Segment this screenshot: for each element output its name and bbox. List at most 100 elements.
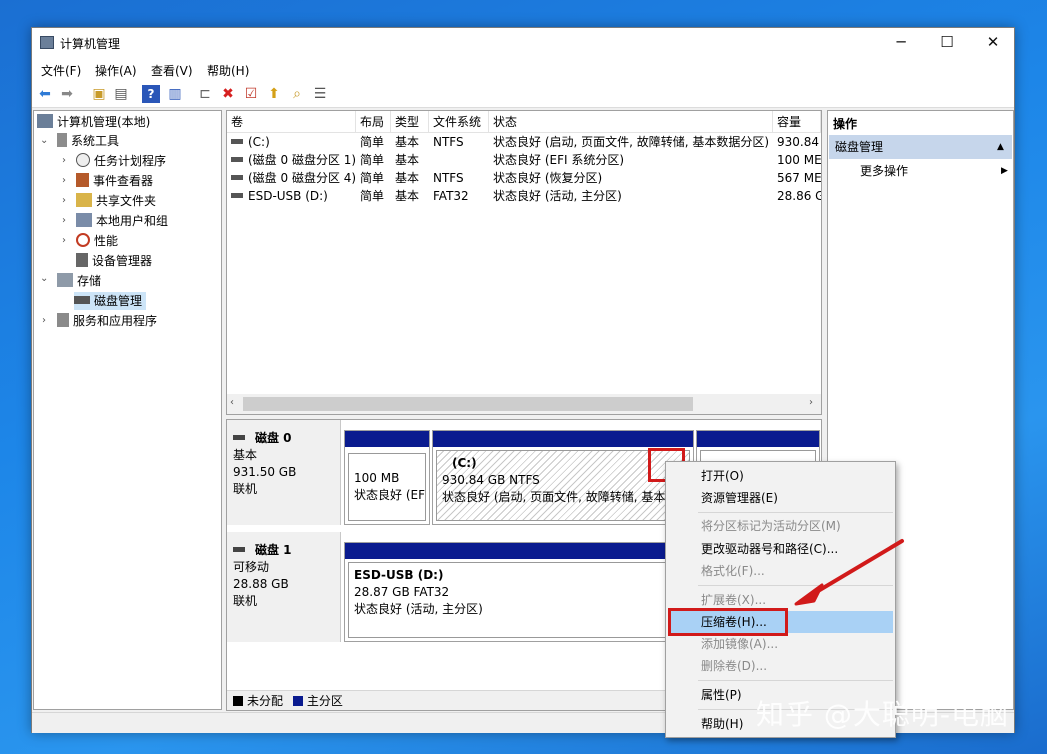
- partition-bar: [345, 431, 429, 447]
- table-row[interactable]: (C:) 简单 基本 NTFS 状态良好 (启动, 页面文件, 故障转储, 基本…: [227, 133, 821, 151]
- legend-primary-swatch: [292, 696, 303, 706]
- collapse-icon[interactable]: ▲: [997, 135, 1004, 159]
- tree-item-device-manager[interactable]: 设备管理器: [76, 252, 152, 270]
- tree-item-services[interactable]: 服务和应用程序: [57, 312, 157, 330]
- menu-item-mark-active[interactable]: 将分区标记为活动分区(M): [668, 515, 893, 537]
- volume-icon: [231, 175, 243, 180]
- menu-separator: [698, 680, 893, 681]
- chevron-right-icon[interactable]: ›: [62, 155, 66, 166]
- type-cell: 基本: [395, 153, 420, 167]
- column-header-layout[interactable]: 布局: [356, 111, 391, 133]
- chevron-down-icon[interactable]: ⌄: [40, 135, 48, 146]
- connect-drive-icon[interactable]: ⊏: [196, 85, 214, 103]
- disk-status: 联机: [233, 482, 258, 496]
- scroll-left-icon[interactable]: ‹: [230, 397, 234, 408]
- actions-section[interactable]: 磁盘管理 ▲: [829, 135, 1012, 159]
- partition-body: 100 MB 状态良好 (EFI: [348, 453, 426, 521]
- more-actions[interactable]: 更多操作 ▶: [829, 161, 1012, 181]
- tree-item-storage[interactable]: 存储: [57, 272, 101, 290]
- tree-item-shared-folders[interactable]: 共享文件夹: [76, 192, 156, 210]
- disk-type: 基本: [233, 448, 258, 462]
- chevron-down-icon[interactable]: ⌄: [40, 273, 48, 284]
- disk-icon: [233, 547, 245, 552]
- navigation-tree: 计算机管理(本地) ⌄ 系统工具 › 任务计划程序 › 事件查看器 › 共享文件…: [33, 110, 222, 710]
- up-folder-icon[interactable]: ▣: [90, 85, 108, 103]
- disk-1-label[interactable]: 磁盘 1 可移动 28.88 GB 联机: [227, 532, 341, 642]
- tree-item-task-scheduler[interactable]: 任务计划程序: [76, 152, 166, 170]
- help-icon[interactable]: ?: [142, 85, 160, 103]
- delete-icon[interactable]: ✖: [219, 85, 237, 103]
- services-icon: [57, 313, 69, 327]
- capacity-cell: 100 ME: [777, 153, 821, 167]
- more-actions-label: 更多操作: [860, 164, 909, 178]
- import-icon[interactable]: ⬆: [265, 85, 283, 103]
- annotation-box-shrink: [668, 608, 788, 636]
- table-row[interactable]: ESD-USB (D:) 简单 基本 FAT32 状态良好 (活动, 主分区) …: [227, 187, 821, 205]
- legend-primary-label: 主分区: [306, 694, 343, 708]
- properties-icon[interactable]: ☰: [311, 85, 329, 103]
- volume-icon: [231, 139, 243, 144]
- menu-item-delete-volume[interactable]: 删除卷(D)...: [668, 655, 893, 677]
- volume-icon: [231, 157, 243, 162]
- chevron-right-icon[interactable]: ›: [62, 235, 66, 246]
- disk-name: 磁盘 0: [255, 431, 292, 445]
- forward-icon[interactable]: ➡: [58, 85, 76, 103]
- minimize-button[interactable]: ─: [878, 28, 924, 58]
- tree-item-disk-management[interactable]: 磁盘管理: [74, 292, 147, 310]
- menu-view[interactable]: 查看(V): [151, 62, 193, 79]
- column-header-volume[interactable]: 卷: [227, 111, 356, 133]
- maximize-button[interactable]: ☐: [924, 28, 970, 58]
- show-action-pane-icon[interactable]: ▥: [166, 85, 184, 103]
- volume-cell: ESD-USB (D:): [231, 187, 355, 205]
- actions-section-label: 磁盘管理: [835, 140, 884, 154]
- watermark-text: 知乎 @大聪明-电脑: [756, 698, 1010, 731]
- menu-action[interactable]: 操作(A): [95, 62, 137, 79]
- partition-name: (C:): [452, 456, 477, 470]
- status-cell: 状态良好 (EFI 系统分区): [493, 153, 625, 167]
- menu-item-open[interactable]: 打开(O): [668, 465, 893, 487]
- chevron-right-icon[interactable]: ›: [62, 175, 66, 186]
- tree-root[interactable]: 计算机管理(本地): [37, 113, 150, 131]
- column-header-filesystem[interactable]: 文件系统: [429, 111, 489, 133]
- layout-cell: 简单: [360, 171, 385, 185]
- show-hide-tree-icon[interactable]: ▤: [112, 85, 130, 103]
- column-header-status[interactable]: 状态: [489, 111, 773, 133]
- partition-size: 100 MB: [354, 471, 400, 485]
- type-cell: 基本: [395, 171, 420, 185]
- tree-item-performance[interactable]: 性能: [76, 232, 118, 250]
- menu-item-explorer[interactable]: 资源管理器(E): [668, 487, 893, 509]
- tree-item-system-tools[interactable]: 系统工具: [57, 132, 119, 150]
- tree-item-local-users[interactable]: 本地用户和组: [76, 212, 168, 230]
- disk-0-label[interactable]: 磁盘 0 基本 931.50 GB 联机: [227, 420, 341, 525]
- layout-cell: 简单: [360, 189, 385, 203]
- search-icon[interactable]: ⌕: [288, 85, 306, 103]
- volume-cell: (磁盘 0 磁盘分区 1): [231, 151, 355, 169]
- check-icon[interactable]: ☑: [242, 85, 260, 103]
- column-header-type[interactable]: 类型: [391, 111, 429, 133]
- back-icon[interactable]: ⬅: [36, 85, 54, 103]
- filesystem-cell: NTFS: [433, 171, 464, 185]
- partition-efi[interactable]: 100 MB 状态良好 (EFI: [344, 430, 430, 525]
- tools-icon: [57, 133, 67, 147]
- disk-name: 磁盘 1: [255, 543, 292, 557]
- layout-cell: 简单: [360, 135, 385, 149]
- horizontal-scrollbar[interactable]: ‹ ›: [227, 394, 821, 414]
- scroll-right-icon[interactable]: ›: [809, 397, 813, 408]
- type-cell: 基本: [395, 189, 420, 203]
- menu-file[interactable]: 文件(F): [41, 62, 81, 79]
- annotation-arrow-icon: [794, 539, 904, 606]
- status-cell: 状态良好 (活动, 主分区): [493, 189, 622, 203]
- chevron-right-icon[interactable]: ›: [42, 315, 46, 326]
- chevron-right-icon[interactable]: ›: [62, 215, 66, 226]
- close-button[interactable]: ✕: [970, 28, 1016, 58]
- chevron-right-icon[interactable]: ›: [62, 195, 66, 206]
- legend-unallocated-label: 未分配: [247, 694, 284, 708]
- table-row[interactable]: (磁盘 0 磁盘分区 1) 简单 基本 状态良好 (EFI 系统分区) 100 …: [227, 151, 821, 169]
- menu-help[interactable]: 帮助(H): [207, 62, 249, 79]
- menu-item-add-mirror[interactable]: 添加镜像(A)...: [668, 633, 893, 655]
- table-row[interactable]: (磁盘 0 磁盘分区 4) 简单 基本 NTFS 状态良好 (恢复分区) 567…: [227, 169, 821, 187]
- column-header-capacity[interactable]: 容量: [773, 111, 821, 133]
- scrollbar-thumb[interactable]: [243, 397, 693, 411]
- tree-item-event-viewer[interactable]: 事件查看器: [76, 172, 153, 190]
- device-manager-icon: [76, 253, 88, 267]
